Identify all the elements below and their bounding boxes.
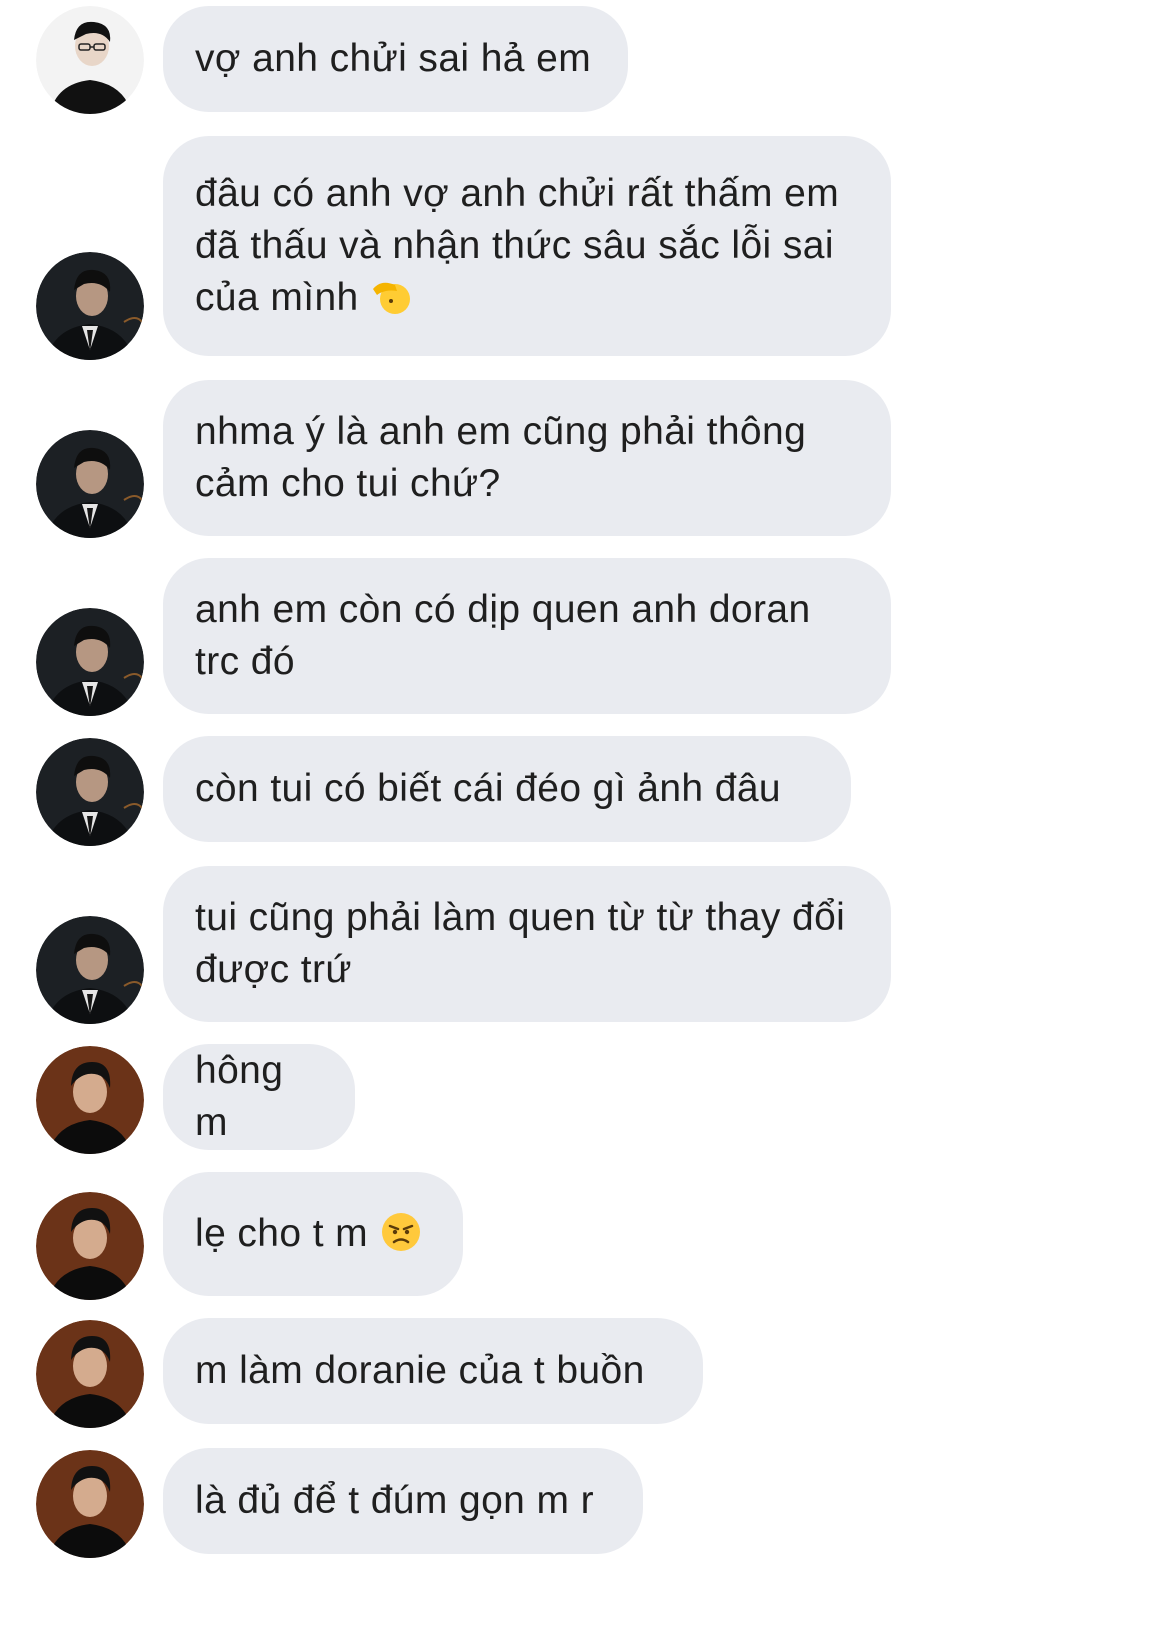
avatar[interactable] bbox=[36, 608, 144, 716]
avatar[interactable] bbox=[36, 1046, 144, 1154]
avatar[interactable] bbox=[36, 1192, 144, 1300]
avatar-image bbox=[36, 1450, 144, 1558]
message-text: còn tui có biết cái đéo gì ảnh đâu bbox=[195, 767, 782, 810]
avatar[interactable] bbox=[36, 1450, 144, 1558]
avatar-image bbox=[36, 738, 144, 846]
message-text: đâu có anh vợ anh chửi rất thấm em đã th… bbox=[195, 172, 840, 319]
avatar[interactable] bbox=[36, 1320, 144, 1428]
message-text: hông m bbox=[195, 1049, 284, 1144]
message-text: lẹ cho t m bbox=[195, 1212, 369, 1255]
message-bubble[interactable]: lẹ cho t m bbox=[163, 1172, 463, 1296]
avatar-image bbox=[36, 6, 144, 114]
message-text: anh em còn có dịp quen anh doran trc đó bbox=[195, 588, 811, 683]
saluting-face-icon bbox=[371, 275, 413, 317]
message-bubble[interactable]: đâu có anh vợ anh chửi rất thấm em đã th… bbox=[163, 136, 891, 356]
message-bubble[interactable]: m làm doranie của t buồn bbox=[163, 1318, 703, 1424]
avatar-image bbox=[36, 1320, 144, 1428]
message-text: m làm doranie của t buồn bbox=[195, 1349, 645, 1392]
chat-thread: vợ anh chửi sai hả em đâu có anh vợ anh … bbox=[0, 0, 1170, 1639]
message-bubble[interactable]: vợ anh chửi sai hả em bbox=[163, 6, 628, 112]
avatar[interactable] bbox=[36, 6, 144, 114]
message-text: là đủ để t đúm gọn m r bbox=[195, 1479, 595, 1522]
message-bubble[interactable]: tui cũng phải làm quen từ từ thay đổi đư… bbox=[163, 866, 891, 1022]
message-text: tui cũng phải làm quen từ từ thay đổi đư… bbox=[195, 896, 846, 991]
avatar-image bbox=[36, 1046, 144, 1154]
avatar-image bbox=[36, 608, 144, 716]
message-bubble[interactable]: hông m bbox=[163, 1044, 355, 1150]
message-bubble[interactable]: là đủ để t đúm gọn m r bbox=[163, 1448, 643, 1554]
avatar[interactable] bbox=[36, 916, 144, 1024]
message-text: vợ anh chửi sai hả em bbox=[195, 37, 592, 80]
message-text: nhma ý là anh em cũng phải thông cảm cho… bbox=[195, 410, 807, 505]
avatar[interactable] bbox=[36, 252, 144, 360]
message-bubble[interactable]: anh em còn có dịp quen anh doran trc đó bbox=[163, 558, 891, 714]
avatar-image bbox=[36, 252, 144, 360]
message-bubble[interactable]: nhma ý là anh em cũng phải thông cảm cho… bbox=[163, 380, 891, 536]
message-bubble[interactable]: còn tui có biết cái đéo gì ảnh đâu bbox=[163, 736, 851, 842]
avatar[interactable] bbox=[36, 738, 144, 846]
avatar[interactable] bbox=[36, 430, 144, 538]
avatar-image bbox=[36, 430, 144, 538]
angry-face-icon bbox=[380, 1211, 422, 1253]
avatar-image bbox=[36, 1192, 144, 1300]
avatar-image bbox=[36, 916, 144, 1024]
